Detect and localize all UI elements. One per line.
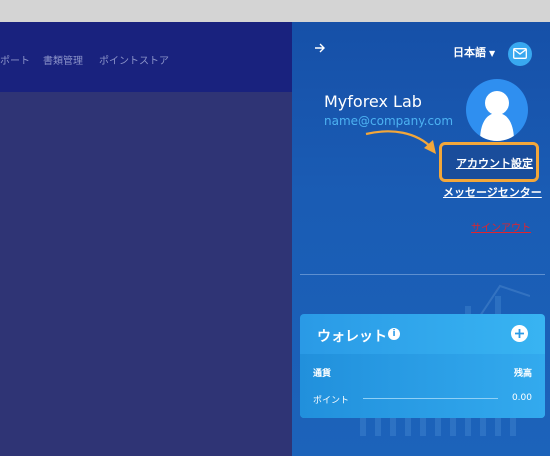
- message-center-link[interactable]: メッセージセンター: [443, 184, 542, 200]
- user-silhouette-icon: [480, 91, 514, 141]
- nav-item-point-store[interactable]: ポイントストア: [99, 52, 169, 67]
- user-side-panel: 日本語 ▼ Myforex Lab name@company.com アカウント設…: [292, 22, 550, 456]
- mail-icon: [513, 48, 527, 59]
- add-wallet-button[interactable]: [511, 325, 528, 342]
- info-icon[interactable]: i: [388, 328, 400, 340]
- language-label: 日本語: [453, 46, 486, 59]
- wallet-header: ウォレット i: [300, 314, 545, 354]
- caret-down-icon: ▼: [489, 49, 496, 58]
- arrow-right-icon: [315, 43, 325, 53]
- wallet-table: 通貨 残高 ポイント 0.00: [300, 354, 545, 418]
- row-divider: [363, 398, 498, 399]
- mail-button[interactable]: [508, 42, 532, 66]
- nav-item-support[interactable]: ポート: [0, 52, 30, 67]
- wallet-row-value: 0.00: [511, 393, 532, 403]
- avatar[interactable]: [466, 79, 528, 141]
- wallet-row-label: ポイント: [313, 396, 350, 406]
- column-header-currency: 通貨: [313, 369, 332, 379]
- wallet-card: ウォレット i 通貨 残高 ポイント 0.00: [300, 314, 545, 418]
- user-name: Myforex Lab: [324, 92, 422, 111]
- wallet-title: ウォレット: [317, 329, 387, 345]
- app-frame: ポート 書類管理 ポイントストア 日本語 ▼ Myforex Lab name@…: [0, 22, 550, 456]
- user-email: name@company.com: [324, 114, 454, 128]
- pointer-arrow-icon: [365, 130, 436, 154]
- plus-icon: [515, 329, 524, 338]
- account-settings-link[interactable]: アカウント設定: [456, 155, 533, 171]
- collapse-panel-button[interactable]: [314, 42, 326, 58]
- logout-link[interactable]: サインアウト: [471, 219, 531, 234]
- column-header-balance: 残高: [513, 369, 532, 379]
- main-content-overlay: [0, 92, 292, 456]
- nav-item-documents[interactable]: 書類管理: [43, 52, 83, 67]
- divider: [300, 274, 545, 275]
- language-selector[interactable]: 日本語 ▼: [453, 44, 495, 60]
